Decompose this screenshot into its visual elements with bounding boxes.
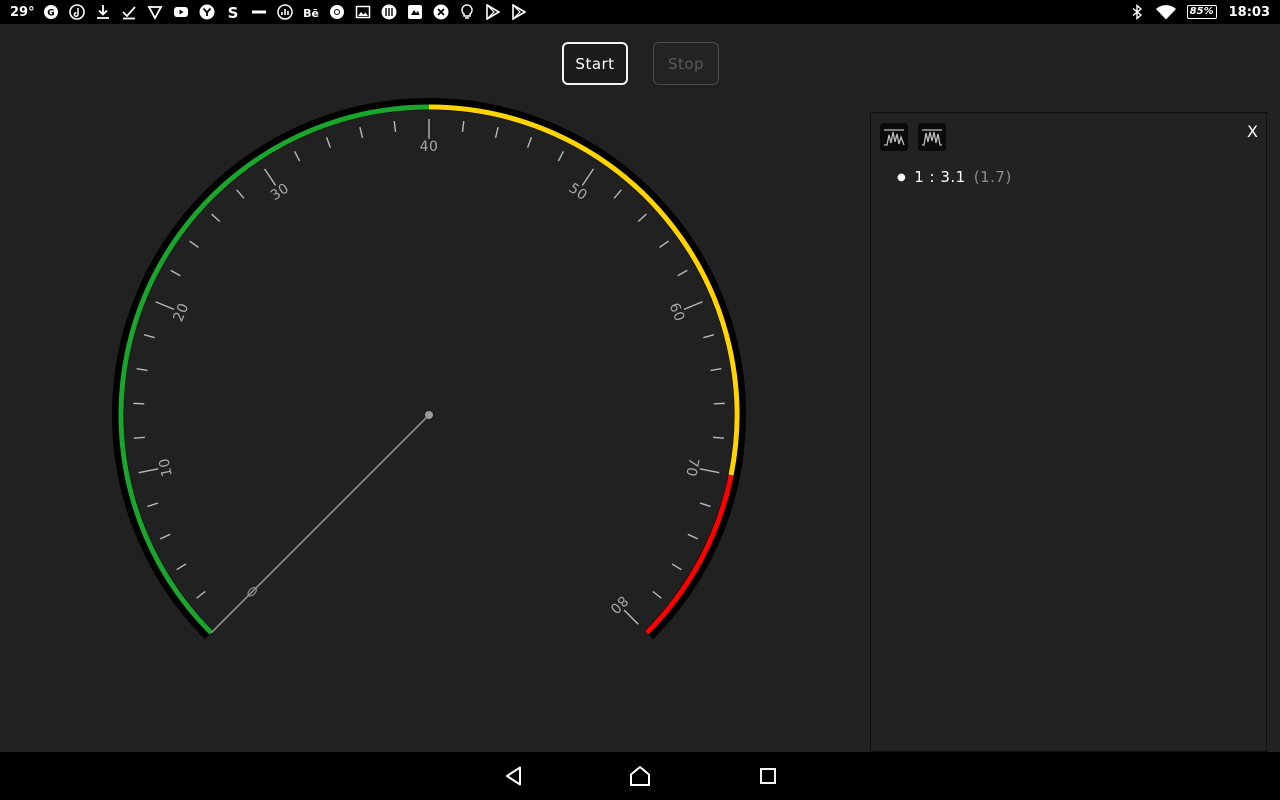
gauge-zones bbox=[112, 98, 746, 640]
list-item: ● 1 : 3.1 (1.7) bbox=[897, 168, 1012, 186]
minor-tick bbox=[189, 240, 199, 249]
minor-tick bbox=[613, 189, 622, 199]
play-store-icon bbox=[485, 4, 502, 20]
yahoo-icon bbox=[199, 4, 216, 20]
spectrum-icon[interactable] bbox=[918, 123, 946, 151]
needle-hub bbox=[425, 411, 433, 419]
tick-label-40: 40 bbox=[420, 139, 439, 155]
check-download-icon bbox=[121, 4, 138, 20]
battery-indicator: 85% bbox=[1186, 5, 1217, 19]
gauge-ticks bbox=[133, 119, 725, 625]
minor-tick bbox=[170, 269, 181, 277]
readings-panel: X ● 1 : 3.1 (1.7) bbox=[870, 112, 1267, 752]
stats-icon bbox=[277, 4, 294, 20]
home-icon[interactable] bbox=[628, 764, 652, 788]
close-button[interactable]: X bbox=[1247, 122, 1258, 141]
speed-gauge: 1020304050607080 bbox=[112, 98, 746, 640]
minor-tick bbox=[143, 333, 155, 339]
navigation-bar bbox=[0, 752, 1280, 800]
major-tick bbox=[155, 301, 175, 311]
keyboard-icon bbox=[381, 4, 398, 20]
minor-tick bbox=[236, 189, 245, 199]
gauge-zone-2 bbox=[645, 474, 734, 635]
back-icon[interactable] bbox=[501, 764, 525, 788]
settings-app-icon bbox=[433, 4, 450, 20]
minor-tick bbox=[325, 137, 332, 148]
status-bar: 29° G S Bē 85% 18:03 bbox=[0, 0, 1280, 24]
minor-tick bbox=[687, 533, 699, 540]
svg-text:G: G bbox=[47, 9, 54, 19]
behance-icon: Bē bbox=[303, 4, 320, 20]
major-tick bbox=[623, 609, 639, 625]
gauge-track bbox=[112, 98, 746, 640]
s-app-icon: S bbox=[225, 4, 242, 20]
minor-tick bbox=[703, 333, 715, 339]
svg-text:Bē: Bē bbox=[303, 7, 319, 20]
minor-tick bbox=[461, 120, 465, 133]
minor-tick bbox=[526, 137, 533, 148]
gauge-zone-1 bbox=[428, 104, 740, 476]
minor-tick bbox=[211, 213, 221, 223]
youtube-icon bbox=[173, 4, 190, 20]
tick-label-30: 30 bbox=[268, 180, 293, 204]
music-icon bbox=[69, 4, 86, 20]
bullet-icon: ● bbox=[897, 171, 907, 183]
download-icon bbox=[95, 4, 112, 20]
minor-tick bbox=[494, 127, 499, 139]
gallery-icon bbox=[355, 4, 372, 20]
major-tick bbox=[263, 168, 277, 186]
play-store-icon bbox=[511, 4, 528, 20]
minor-tick bbox=[293, 150, 301, 162]
gmail-icon: G bbox=[43, 4, 60, 20]
svg-text:S: S bbox=[228, 4, 239, 20]
tick-label-60: 60 bbox=[666, 301, 688, 325]
minor-tick bbox=[677, 269, 688, 277]
reading-sub-value: (1.7) bbox=[973, 168, 1012, 186]
major-tick bbox=[699, 468, 720, 474]
needle-line bbox=[210, 414, 430, 634]
minor-tick bbox=[359, 127, 364, 139]
minor-tick bbox=[196, 590, 206, 599]
photo-icon bbox=[407, 4, 424, 20]
minor-tick bbox=[659, 240, 669, 249]
minor-tick bbox=[652, 590, 662, 599]
tick-label-20: 20 bbox=[170, 301, 192, 325]
system-status: 85% 18:03 bbox=[1129, 0, 1270, 24]
minor-tick bbox=[713, 436, 725, 439]
wifi-icon bbox=[1155, 4, 1177, 20]
bulb-icon bbox=[459, 4, 476, 20]
minor-tick bbox=[133, 436, 145, 439]
chrome-icon bbox=[329, 4, 346, 20]
notification-area: 29° G S Bē bbox=[0, 0, 537, 24]
minor-tick bbox=[699, 502, 711, 508]
tick-label-50: 50 bbox=[566, 180, 591, 204]
waveform-icon[interactable] bbox=[880, 123, 908, 151]
minor-tick bbox=[176, 563, 187, 571]
minor-tick bbox=[557, 150, 565, 162]
minor-tick bbox=[710, 368, 722, 372]
app-text-icon bbox=[251, 4, 268, 20]
clock: 18:03 bbox=[1228, 4, 1270, 20]
minor-tick bbox=[159, 533, 171, 540]
minor-tick bbox=[136, 368, 148, 372]
vpn-shield-icon bbox=[147, 4, 164, 20]
gauge-needle bbox=[210, 411, 433, 634]
recents-icon[interactable] bbox=[756, 764, 780, 788]
minor-tick bbox=[147, 502, 159, 508]
reading-list: ● 1 : 3.1 (1.7) bbox=[897, 168, 1012, 186]
tick-label-10: 10 bbox=[156, 456, 175, 478]
major-tick bbox=[683, 301, 703, 311]
major-tick bbox=[138, 468, 159, 474]
reading-value: 1 : 3.1 bbox=[914, 168, 966, 186]
tick-label-70: 70 bbox=[682, 456, 701, 478]
bluetooth-icon bbox=[1129, 4, 1146, 20]
major-tick bbox=[581, 168, 595, 186]
gauge-labels: 1020304050607080 bbox=[156, 139, 701, 617]
minor-tick bbox=[637, 213, 647, 223]
minor-tick bbox=[671, 563, 682, 571]
minor-tick bbox=[393, 120, 397, 133]
temperature: 29° bbox=[10, 4, 35, 20]
